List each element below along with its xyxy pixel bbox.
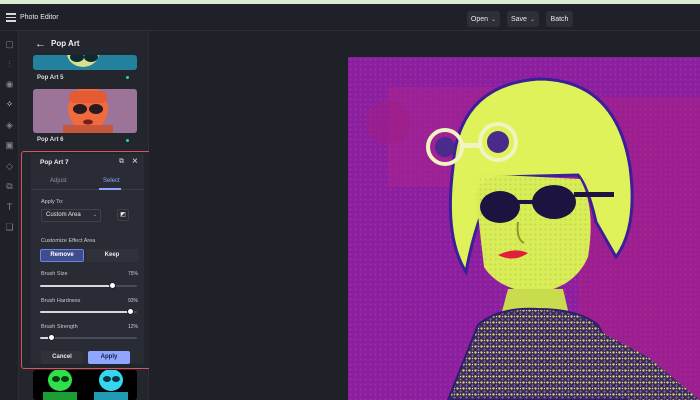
brush-strength-value: 12%: [127, 324, 138, 330]
open-button[interactable]: Open ⌄: [467, 11, 500, 27]
tool-sidebar: ▢ ⫶ ◉ ✧ ◈ ▣ ◇ ⧉ T ❏: [0, 31, 19, 400]
eye-icon[interactable]: ◉: [4, 79, 15, 90]
top-bar: Photo Editor Open ⌄ Save ⌄ Batch: [0, 4, 700, 31]
popup-title: Pop Art 7: [40, 159, 69, 166]
text-icon[interactable]: T: [4, 202, 15, 213]
preset-label: Pop Art 6: [37, 137, 64, 143]
open-button-label: Open: [470, 15, 489, 23]
save-button[interactable]: Save ⌄: [507, 11, 539, 27]
chevron-down-icon: ⌄: [491, 16, 497, 23]
frames-icon[interactable]: ▣: [4, 140, 15, 151]
batch-button[interactable]: Batch: [546, 11, 573, 27]
invert-selection-icon[interactable]: ◩: [117, 209, 129, 221]
apply-button[interactable]: Apply: [88, 351, 130, 364]
brush-hardness-fill: [40, 311, 131, 313]
brush-hardness-value: 93%: [127, 298, 138, 304]
active-tab-underline: [99, 188, 121, 190]
effect-settings-card: Pop Art 7 ⧉ × Adjust Select Apply To: Cu…: [31, 154, 144, 364]
pop-art-artwork[interactable]: [348, 57, 700, 400]
chevron-down-icon: ⌄: [92, 212, 97, 218]
customize-area-label: Customize Effect Area: [41, 238, 96, 244]
duplicate-icon[interactable]: ⧉: [119, 158, 124, 166]
keep-mode-button[interactable]: Keep: [86, 249, 138, 262]
save-button-label: Save: [511, 15, 527, 23]
active-dot-icon: [126, 76, 129, 79]
sticker-icon[interactable]: ◈: [4, 120, 15, 131]
apply-to-value: Custom Area: [46, 212, 81, 218]
tab-select[interactable]: Select: [103, 178, 120, 184]
preset-preview-image: [33, 55, 137, 70]
preset-thumbnail[interactable]: [33, 55, 137, 70]
tab-adjust[interactable]: Adjust: [50, 178, 67, 184]
brush-strength-slider[interactable]: [40, 334, 137, 341]
brush-hardness-slider[interactable]: [40, 308, 137, 315]
preset-preview-image: [33, 370, 137, 400]
brush-size-fill: [40, 285, 113, 287]
app-title: Photo Editor: [20, 14, 59, 21]
back-arrow-icon[interactable]: ←: [35, 38, 46, 50]
effects-icon[interactable]: ✧: [4, 99, 15, 110]
image-icon[interactable]: ▢: [4, 39, 15, 50]
panel-title: Pop Art: [51, 39, 80, 48]
remove-mode-button[interactable]: Remove: [40, 249, 84, 262]
brush-hardness-label: Brush Hardness: [41, 298, 81, 304]
preset-thumbnail[interactable]: [33, 370, 137, 400]
brush-size-slider[interactable]: [40, 282, 137, 289]
preset-label: Pop Art 5: [37, 75, 64, 81]
crop-icon[interactable]: ⧉: [4, 181, 15, 192]
apply-to-label: Apply To:: [41, 199, 64, 205]
close-icon[interactable]: ×: [132, 156, 138, 167]
adjust-icon[interactable]: ⫶: [4, 59, 15, 70]
effect-settings-popup: Pop Art 7 ⧉ × Adjust Select Apply To: Cu…: [21, 151, 155, 369]
brush-strength-handle[interactable]: [48, 334, 56, 341]
batch-button-label: Batch: [550, 15, 569, 23]
chevron-down-icon: ⌄: [529, 16, 535, 23]
brush-hardness-handle[interactable]: [126, 308, 134, 315]
shapes-icon[interactable]: ◇: [4, 161, 15, 172]
brush-strength-label: Brush Strength: [41, 324, 78, 330]
active-dot-icon: [126, 139, 129, 142]
preset-thumbnail[interactable]: [33, 89, 137, 133]
brush-size-handle[interactable]: [109, 282, 117, 289]
layers-icon[interactable]: ❏: [4, 222, 15, 233]
pop-art-image: [348, 57, 700, 400]
cancel-button[interactable]: Cancel: [41, 351, 83, 364]
brush-size-label: Brush Size: [41, 271, 68, 277]
hamburger-icon[interactable]: [6, 13, 16, 22]
apply-to-select[interactable]: Custom Area ⌄: [41, 209, 101, 222]
popup-tabs: Adjust Select: [31, 176, 144, 190]
brush-size-value: 75%: [127, 271, 138, 277]
preset-preview-image: [33, 89, 137, 133]
